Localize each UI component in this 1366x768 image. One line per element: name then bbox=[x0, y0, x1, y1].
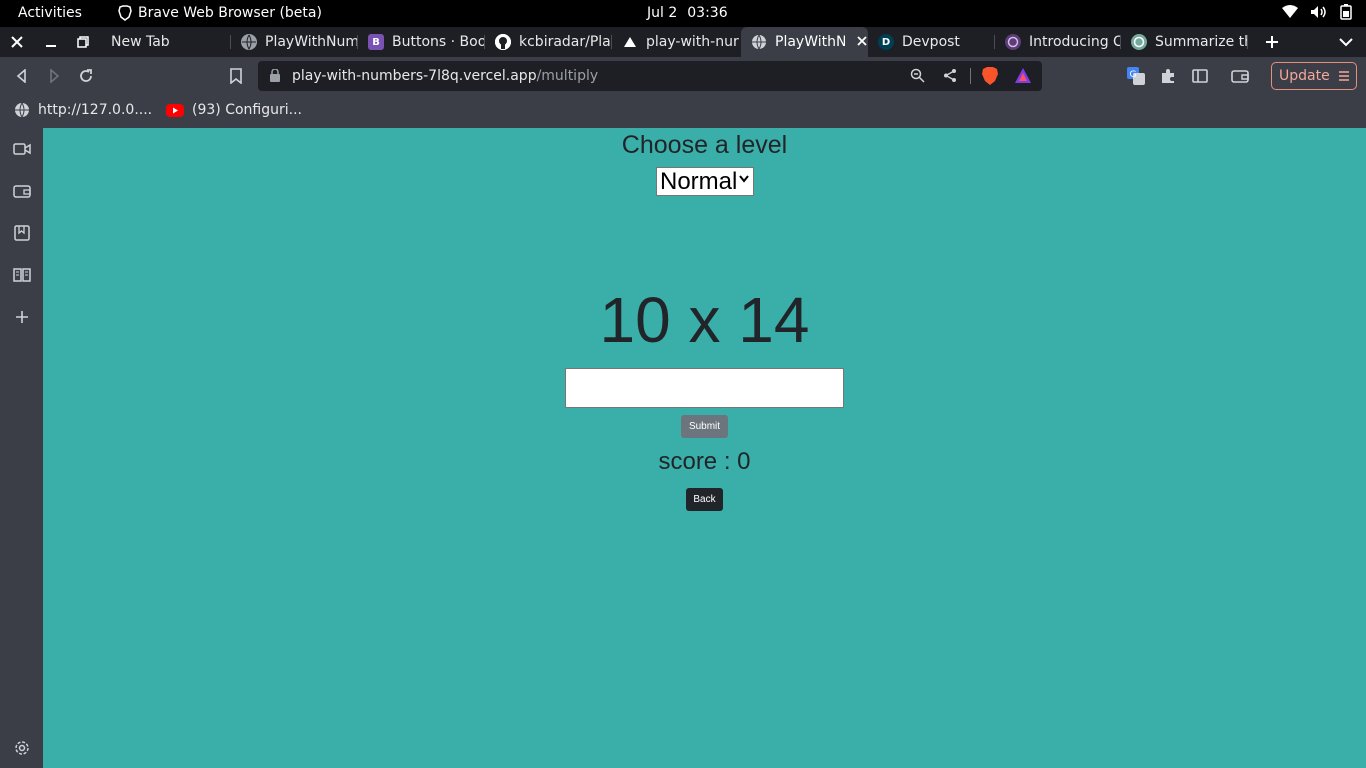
tab-introducing[interactable]: Introducing C bbox=[995, 27, 1121, 57]
close-window-icon[interactable] bbox=[8, 33, 26, 51]
chevron-down-icon bbox=[739, 175, 749, 183]
tab-title: Introducing C bbox=[1029, 34, 1121, 50]
url-text: play-with-numbers-7l8q.vercel.app/multip… bbox=[292, 68, 598, 84]
bookmark-icon[interactable] bbox=[226, 66, 246, 86]
translate-icon[interactable]: G bbox=[1126, 66, 1146, 86]
battery-icon bbox=[1340, 4, 1352, 20]
wallet-icon[interactable] bbox=[12, 181, 32, 201]
submit-button[interactable]: Submit bbox=[681, 415, 728, 438]
bookmarks-bar: http://127.0.0.... (93) Configuri... bbox=[0, 95, 1366, 128]
update-label: Update bbox=[1279, 68, 1330, 84]
tab-playwithnum[interactable]: PlayWithNum bbox=[231, 27, 358, 57]
tab-title: Summarize th bbox=[1155, 34, 1248, 50]
tab-title: PlayWithNum bbox=[265, 34, 358, 50]
tab-new-tab[interactable]: New Tab bbox=[101, 27, 231, 57]
bookmark-label: (93) Configuri... bbox=[192, 102, 302, 118]
video-call-icon[interactable] bbox=[12, 139, 32, 159]
url-path: /multiply bbox=[536, 68, 599, 84]
tab-vercel[interactable]: play-with-nur bbox=[612, 27, 741, 57]
github-icon bbox=[495, 34, 511, 50]
tab-title: PlayWithN bbox=[775, 34, 845, 50]
tab-summarize[interactable]: Summarize th bbox=[1121, 27, 1248, 57]
multiplication-problem: 10 x 14 bbox=[599, 284, 810, 356]
tab-title: New Tab bbox=[111, 34, 170, 50]
volume-icon bbox=[1311, 6, 1326, 18]
sidebar-toggle-icon[interactable] bbox=[1190, 66, 1210, 86]
add-plus-icon[interactable] bbox=[12, 307, 32, 327]
browser-sidebar bbox=[0, 128, 43, 768]
tab-bootstrap-buttons[interactable]: B Buttons · Boo bbox=[358, 27, 485, 57]
zoom-icon[interactable] bbox=[910, 68, 925, 88]
tab-title: Devpost bbox=[902, 34, 960, 50]
tab-strip: New Tab PlayWithNum B Buttons · Boo kcbi… bbox=[0, 27, 1366, 57]
devpost-icon: D bbox=[878, 34, 894, 50]
url-domain: play-with-numbers-7l8q.vercel.app bbox=[292, 68, 537, 84]
brave-shields-icon[interactable] bbox=[981, 66, 999, 91]
minimize-window-icon[interactable] bbox=[42, 33, 60, 51]
clock[interactable]: Jul 2 03:36 bbox=[647, 5, 728, 21]
app-menu[interactable]: Brave Web Browser (beta) bbox=[118, 5, 322, 21]
bookmarks-icon[interactable] bbox=[12, 223, 32, 243]
bookmark-youtube[interactable]: (93) Configuri... bbox=[166, 102, 302, 118]
bookmark-localhost[interactable]: http://127.0.0.... bbox=[14, 102, 152, 118]
chatgpt-icon bbox=[1131, 34, 1147, 50]
system-top-bar: Activities Brave Web Browser (beta) Jul … bbox=[0, 0, 1366, 27]
extensions-puzzle-icon[interactable] bbox=[1158, 66, 1178, 86]
system-tray[interactable] bbox=[1282, 4, 1352, 20]
activities-button[interactable]: Activities bbox=[18, 5, 82, 21]
tab-devpost[interactable]: D Devpost bbox=[868, 27, 995, 57]
back-button[interactable]: Back bbox=[686, 488, 723, 511]
forward-arrow-icon[interactable] bbox=[44, 66, 64, 86]
page-content: Choose a level Normal 10 x 14 Submit sco… bbox=[43, 128, 1366, 768]
lock-icon[interactable] bbox=[270, 68, 280, 87]
tab-title: play-with-nur bbox=[646, 34, 739, 50]
svg-text:G: G bbox=[1130, 70, 1137, 80]
bootstrap-icon: B bbox=[368, 34, 384, 50]
tab-github[interactable]: kcbiradar/Pla bbox=[485, 27, 612, 57]
bookmark-label: http://127.0.0.... bbox=[38, 102, 153, 118]
brave-lion-icon bbox=[118, 5, 132, 21]
globe-icon bbox=[751, 34, 767, 50]
tab-title: Buttons · Boo bbox=[392, 34, 485, 50]
share-icon[interactable] bbox=[943, 68, 957, 88]
tab-search-chevron-down-icon[interactable] bbox=[1337, 33, 1355, 51]
level-heading: Choose a level bbox=[621, 131, 788, 159]
answer-input[interactable] bbox=[565, 368, 844, 408]
restore-window-icon[interactable] bbox=[74, 33, 92, 51]
wifi-icon bbox=[1282, 5, 1298, 18]
app-name: Brave Web Browser (beta) bbox=[138, 5, 322, 21]
new-tab-plus-icon[interactable] bbox=[1263, 33, 1281, 51]
reload-icon[interactable] bbox=[76, 66, 96, 86]
settings-gear-icon[interactable] bbox=[12, 738, 32, 758]
openai-icon bbox=[1005, 34, 1021, 50]
menu-icon bbox=[1338, 71, 1349, 81]
tab-title: kcbiradar/Pla bbox=[519, 34, 611, 50]
reading-list-icon[interactable] bbox=[12, 265, 32, 285]
level-select[interactable]: Normal bbox=[656, 167, 754, 196]
address-bar[interactable]: play-with-numbers-7l8q.vercel.app/multip… bbox=[258, 61, 1042, 91]
browser-toolbar: play-with-numbers-7l8q.vercel.app/multip… bbox=[0, 57, 1366, 95]
clock-date: Jul 2 bbox=[647, 5, 678, 21]
youtube-icon bbox=[166, 103, 184, 117]
globe-icon bbox=[241, 34, 257, 50]
level-selected-value: Normal bbox=[660, 167, 738, 195]
brave-rewards-icon[interactable] bbox=[1014, 67, 1032, 89]
clock-time: 03:36 bbox=[687, 5, 728, 21]
globe-icon bbox=[15, 102, 29, 118]
vercel-icon bbox=[622, 34, 638, 50]
tab-close-icon[interactable] bbox=[857, 34, 867, 50]
score-display: score : 0 bbox=[658, 448, 751, 475]
update-button[interactable]: Update bbox=[1271, 62, 1357, 90]
tab-playwithnumbers-active[interactable]: PlayWithN bbox=[741, 27, 868, 57]
back-arrow-icon[interactable] bbox=[12, 66, 32, 86]
wallet-icon[interactable] bbox=[1230, 66, 1250, 86]
